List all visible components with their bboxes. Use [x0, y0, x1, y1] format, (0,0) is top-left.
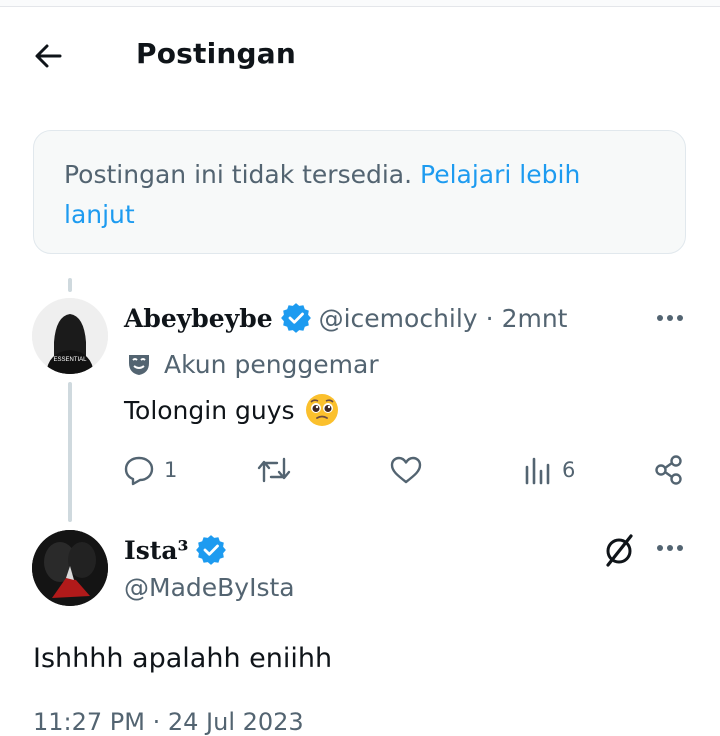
fan-label-text: Akun penggemar [164, 349, 379, 379]
timestamp[interactable]: 2mnt [502, 304, 568, 333]
avatar[interactable] [32, 530, 108, 606]
reply-text: Tolongin guys [124, 395, 295, 425]
main-text: Ishhhh apalahh eniihh [33, 642, 333, 674]
avatar[interactable]: ESSENTIAL [32, 298, 108, 374]
display-name[interactable]: Ista³ [124, 536, 188, 565]
page-title: Postingan [136, 37, 297, 70]
main-post-text: Ishhhh apalahh eniihh [33, 638, 332, 678]
unavailable-notice: Postingan ini tidak tersedia. Pelajari l… [33, 130, 686, 254]
more-options-button[interactable] [652, 306, 692, 330]
fan-mask-icon [129, 355, 149, 375]
comment-icon [124, 456, 154, 486]
notice-text: Postingan ini tidak tersedia. [64, 160, 413, 189]
like-button[interactable] [388, 448, 424, 492]
views-button[interactable]: 6 [522, 448, 575, 492]
avatar-shirt-text: ESSENTIAL [53, 357, 87, 363]
share-icon [655, 455, 682, 485]
verified-badge-icon [280, 303, 311, 333]
back-button[interactable] [30, 36, 70, 76]
main-author-row: Ista³ [124, 532, 227, 568]
more-dots-icon [657, 315, 683, 321]
reply-post-text: Tolongin guys [124, 392, 339, 428]
handle[interactable]: @icemochily [319, 304, 478, 333]
repost-icon [257, 457, 291, 483]
fan-account-label: Akun penggemar [126, 346, 379, 382]
more-options-button[interactable] [652, 536, 692, 560]
separator: · [485, 303, 494, 333]
thread-line [68, 382, 72, 522]
grok-slash-icon [606, 534, 633, 567]
pleading-face-icon [305, 394, 338, 426]
display-name[interactable]: Abeybeybe [124, 304, 273, 333]
grok-button[interactable] [600, 532, 638, 570]
reply-action-bar: 1 6 [122, 448, 692, 492]
share-button[interactable] [652, 448, 686, 492]
thread-line-top [68, 278, 72, 292]
handle[interactable]: @MadeByIsta [124, 573, 295, 602]
header: Postingan [0, 22, 720, 88]
reply-count: 1 [164, 458, 178, 482]
reply-author-row: Abeybeybe @icemochily · 2mnt [124, 300, 567, 336]
more-dots-icon [657, 545, 683, 551]
views-bar-chart-icon [525, 457, 550, 485]
views-count: 6 [562, 458, 576, 482]
heart-icon [390, 456, 422, 484]
top-divider [0, 0, 720, 7]
reply-button[interactable]: 1 [122, 448, 177, 492]
main-handle-row: @MadeByIsta [124, 570, 295, 604]
post-timestamp-footer: 11:27 PM · 24 Jul 2023 [33, 708, 304, 736]
verified-badge-icon [196, 535, 227, 565]
repost-button[interactable] [256, 448, 292, 492]
arrow-left-icon [35, 44, 62, 68]
